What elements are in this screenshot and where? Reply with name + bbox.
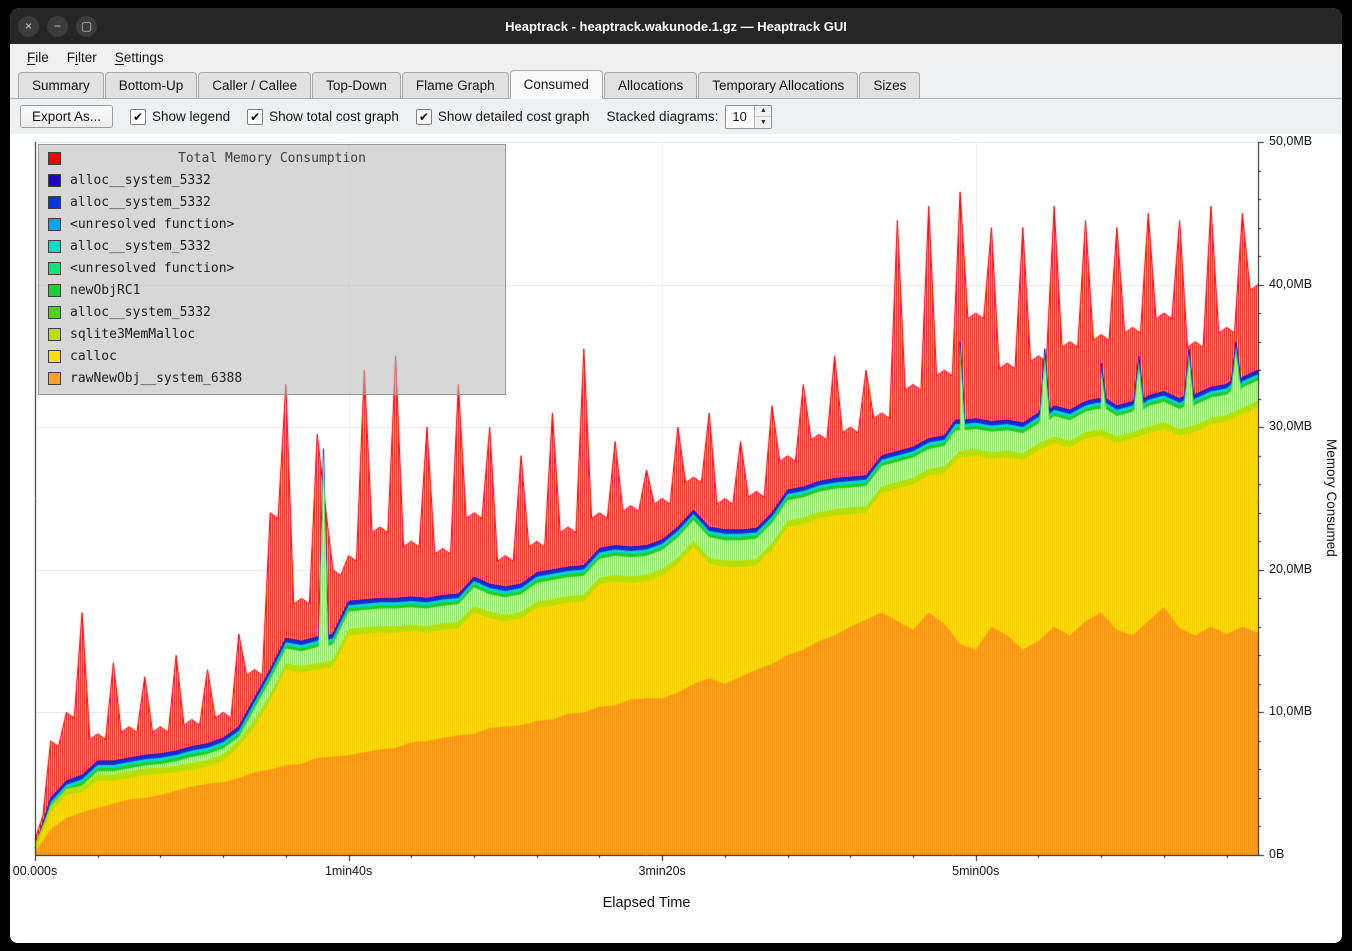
legend-item: sqlite3MemMalloc — [39, 323, 505, 345]
legend-label: <unresolved function> — [70, 217, 234, 232]
y-axis-tick-label: 0B — [1269, 847, 1284, 861]
y-axis-tick-label: 30,0MB — [1269, 419, 1312, 433]
legend-label: newObjRC1 — [70, 283, 140, 298]
legend-label: alloc__system_5332 — [70, 195, 211, 210]
legend-item: alloc__system_5332 — [39, 301, 505, 323]
export-as-button[interactable]: Export As... — [20, 105, 113, 128]
checkbox-show-detailed-cost-graph[interactable]: ✔ Show detailed cost graph — [416, 109, 590, 125]
legend-swatch — [48, 240, 61, 253]
window-title: Heaptrack - heaptrack.wakunode.1.gz — He… — [10, 19, 1342, 34]
legend-swatch — [48, 328, 61, 341]
checkbox-box[interactable]: ✔ — [130, 109, 146, 125]
legend-label: sqlite3MemMalloc — [70, 327, 195, 342]
toolbar-checkboxes: ✔ Show legend ✔ Show total cost graph ✔ Show … — [130, 109, 590, 125]
menu-settings[interactable]: Settings — [106, 47, 173, 68]
spin-up-icon[interactable]: ▲ — [755, 106, 771, 118]
toolbar: Export As... ✔ Show legend ✔ Show total cos… — [10, 99, 1342, 134]
checkbox-box[interactable]: ✔ — [247, 109, 263, 125]
legend-label: alloc__system_5332 — [70, 173, 211, 188]
legend-label: alloc__system_5332 — [70, 305, 211, 320]
legend-swatch — [48, 306, 61, 319]
checkbox-label: Show total cost graph — [269, 109, 399, 124]
legend-item: rawNewObj__system_6388 — [39, 367, 505, 389]
stacked-diagrams-value[interactable]: 10 — [726, 106, 754, 128]
tab-flame-graph[interactable]: Flame Graph — [402, 72, 509, 98]
legend-swatch — [48, 262, 61, 275]
minimize-icon: − — [54, 20, 61, 32]
tab-temporary-allocations[interactable]: Temporary Allocations — [698, 72, 858, 98]
y-axis-title: Memory Consumed — [1324, 439, 1339, 557]
x-axis-tick-label: 5min00s — [931, 864, 1021, 878]
legend-title-swatch — [48, 152, 61, 165]
checkbox-box[interactable]: ✔ — [416, 109, 432, 125]
legend-items: alloc__system_5332 alloc__system_5332 <unr… — [39, 169, 505, 389]
checkbox-label: Show legend — [152, 109, 230, 124]
legend-item: <unresolved function> — [39, 213, 505, 235]
x-axis-title: Elapsed Time — [35, 895, 1258, 911]
tab-bar: SummaryBottom-UpCaller / CalleeTop-DownF… — [10, 70, 1342, 99]
menu-bar: FileFilterSettings — [10, 44, 1342, 70]
stacked-diagrams-control: Stacked diagrams: 10 ▲ ▼ — [607, 105, 773, 129]
legend-title: Total Memory Consumption — [178, 151, 366, 166]
legend-swatch — [48, 174, 61, 187]
tab-caller-callee[interactable]: Caller / Callee — [198, 72, 311, 98]
legend-label: <unresolved function> — [70, 261, 234, 276]
minimize-button[interactable]: − — [47, 16, 68, 37]
legend-swatch — [48, 372, 61, 385]
tab-consumed[interactable]: Consumed — [510, 70, 603, 99]
y-axis-tick-label: 40,0MB — [1269, 277, 1312, 291]
maximize-button[interactable]: ▢ — [76, 16, 97, 37]
legend-label: rawNewObj__system_6388 — [70, 371, 242, 386]
legend-item: alloc__system_5332 — [39, 191, 505, 213]
close-icon: × — [25, 20, 32, 32]
legend-swatch — [48, 218, 61, 231]
title-bar[interactable]: × − ▢ Heaptrack - heaptrack.wakunode.1.g… — [10, 8, 1342, 44]
legend-label: alloc__system_5332 — [70, 239, 211, 254]
stacked-diagrams-label: Stacked diagrams: — [607, 109, 719, 124]
close-button[interactable]: × — [18, 16, 39, 37]
legend-item: alloc__system_5332 — [39, 169, 505, 191]
app-window: × − ▢ Heaptrack - heaptrack.wakunode.1.g… — [10, 8, 1342, 943]
checkbox-label: Show detailed cost graph — [438, 109, 590, 124]
stacked-diagrams-spinbox[interactable]: 10 ▲ ▼ — [725, 105, 772, 129]
tab-bottom-up[interactable]: Bottom-Up — [105, 72, 198, 98]
tab-sizes[interactable]: Sizes — [859, 72, 920, 98]
spin-buttons: ▲ ▼ — [754, 106, 771, 128]
tab-allocations[interactable]: Allocations — [604, 72, 697, 98]
legend-item: alloc__system_5332 — [39, 235, 505, 257]
legend-title-row: Total Memory Consumption — [39, 147, 505, 169]
tab-summary[interactable]: Summary — [18, 72, 104, 98]
menu-filter[interactable]: Filter — [58, 47, 106, 68]
x-axis-tick-label: 00.000s — [10, 864, 80, 878]
chart-legend: Total Memory Consumption alloc__system_5… — [38, 144, 506, 395]
x-axis-tick-label: 3min20s — [617, 864, 707, 878]
checkbox-show-total-cost-graph[interactable]: ✔ Show total cost graph — [247, 109, 399, 125]
y-axis-tick-label: 10,0MB — [1269, 704, 1312, 718]
tab-top-down[interactable]: Top-Down — [312, 72, 401, 98]
y-axis-tick-label: 50,0MB — [1269, 134, 1312, 148]
spin-down-icon[interactable]: ▼ — [755, 117, 771, 128]
checkbox-show-legend[interactable]: ✔ Show legend — [130, 109, 230, 125]
legend-item: calloc — [39, 345, 505, 367]
legend-item: <unresolved function> — [39, 257, 505, 279]
legend-swatch — [48, 196, 61, 209]
x-axis-tick-label: 1min40s — [304, 864, 394, 878]
legend-item: newObjRC1 — [39, 279, 505, 301]
y-axis-tick-label: 20,0MB — [1269, 562, 1312, 576]
maximize-icon: ▢ — [81, 20, 92, 32]
legend-swatch — [48, 350, 61, 363]
legend-swatch — [48, 284, 61, 297]
consumed-chart-area: Total Memory Consumption alloc__system_5… — [10, 134, 1342, 943]
menu-file[interactable]: File — [18, 47, 58, 68]
legend-label: calloc — [70, 349, 117, 364]
